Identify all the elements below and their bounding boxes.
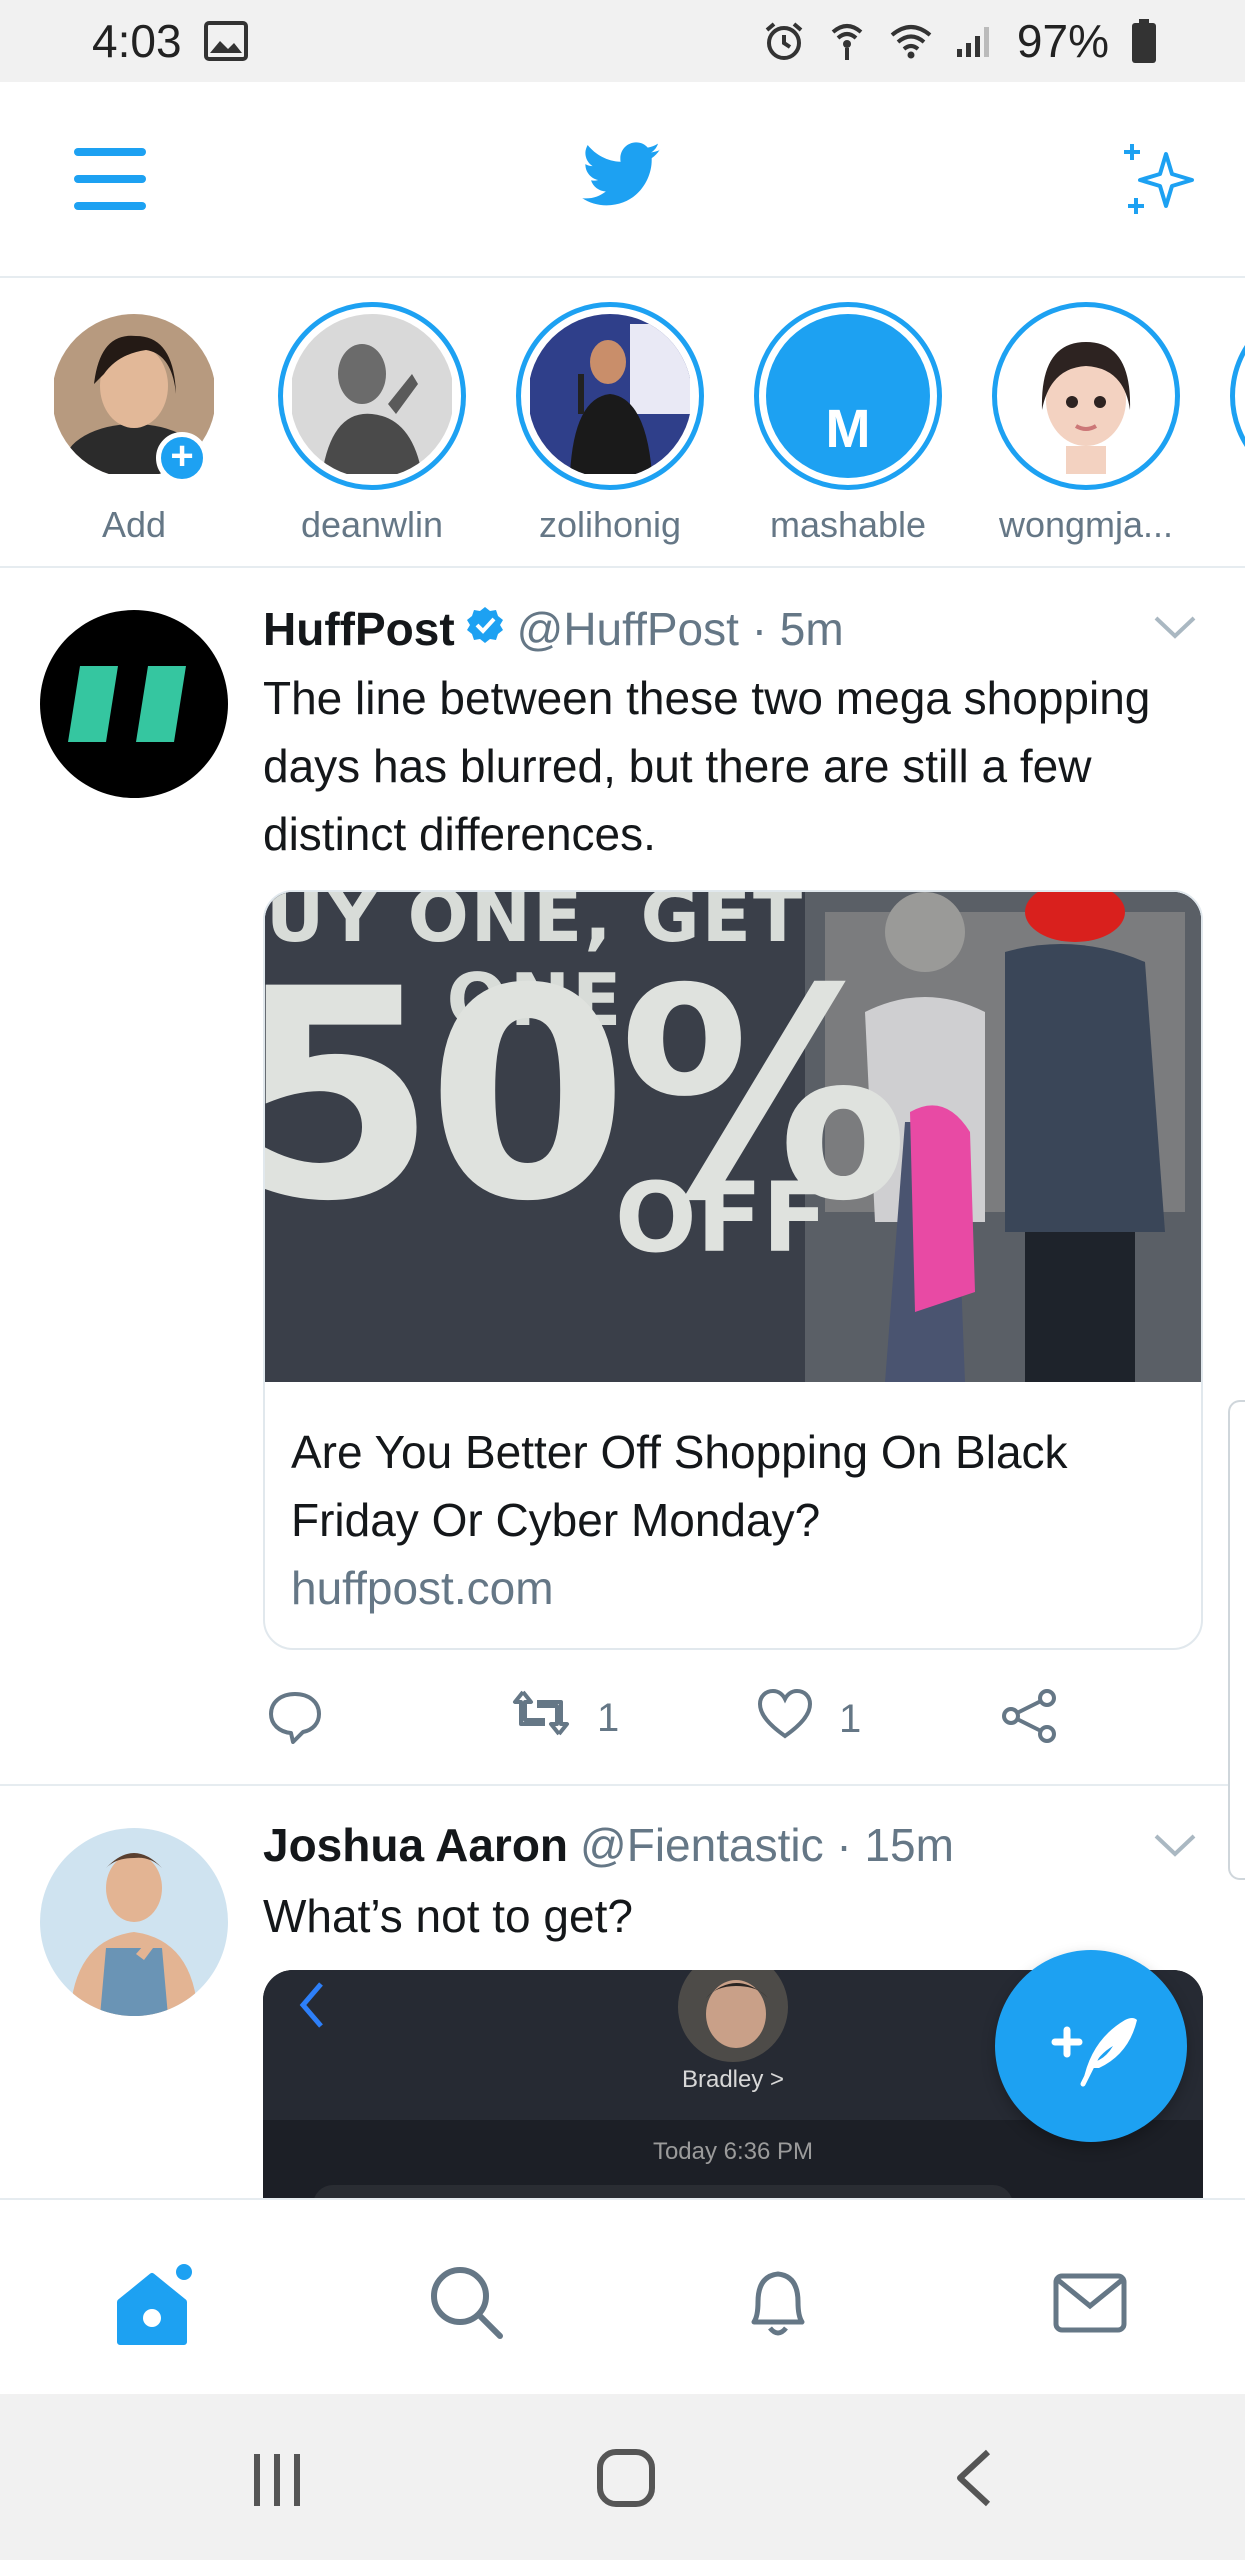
avatar[interactable] xyxy=(40,610,228,798)
retweet-button[interactable]: 1 xyxy=(511,1688,619,1748)
mail-icon xyxy=(1053,2273,1127,2333)
fleet-label: mashable xyxy=(769,504,927,545)
reply-icon xyxy=(267,1688,323,1754)
mashable-logo-letter: M xyxy=(825,399,871,459)
alarm-icon xyxy=(763,20,805,62)
link-card[interactable]: UY ONE, GET ONE 50% OFF Are You Better O… xyxy=(263,890,1203,1650)
fleet-wongmja[interactable]: wongmja... xyxy=(986,302,1186,546)
chevron-down-icon[interactable] xyxy=(1152,1830,1198,1865)
heart-icon xyxy=(757,1688,813,1750)
back-chevron-icon xyxy=(297,1980,327,2035)
compose-tweet-button[interactable] xyxy=(995,1950,1187,2142)
avatar xyxy=(290,314,454,478)
home-button-icon[interactable] xyxy=(596,2448,656,2513)
share-button[interactable] xyxy=(999,1688,1059,1754)
avatar xyxy=(1004,314,1168,478)
reply-button[interactable] xyxy=(267,1688,323,1754)
bottom-navigation xyxy=(0,2198,1245,2394)
avatar: M xyxy=(766,314,930,478)
author-name[interactable]: HuffPost xyxy=(263,602,455,656)
avatar[interactable] xyxy=(40,1828,228,2016)
fleets-row[interactable]: + Add deanwlin zolihonig M mashable wong… xyxy=(0,278,1245,568)
verified-badge-icon xyxy=(465,602,505,656)
scrollbar[interactable] xyxy=(1228,1400,1245,1880)
hamburger-menu-icon[interactable] xyxy=(72,144,148,219)
notifications-tab[interactable] xyxy=(738,2262,818,2347)
status-bar: 4:03 97% xyxy=(0,0,1245,82)
twitter-bird-icon[interactable] xyxy=(582,142,662,213)
tweet-divider xyxy=(0,1784,1245,1786)
author-name[interactable]: Joshua Aaron xyxy=(263,1818,568,1872)
messages-tab[interactable] xyxy=(1050,2262,1130,2347)
card-title: Are You Better Off Shopping On Black Fri… xyxy=(291,1426,1068,1546)
fleet-zolihonig[interactable]: zolihonig xyxy=(510,302,710,546)
avatar xyxy=(528,314,692,478)
retweet-icon xyxy=(511,1688,571,1748)
share-icon xyxy=(999,1688,1059,1754)
fleet-deanwlin[interactable]: deanwlin xyxy=(272,302,472,546)
tweet-header: HuffPost @HuffPost · 5m xyxy=(263,602,844,656)
gallery-icon xyxy=(203,21,248,61)
compose-feather-icon xyxy=(1051,2018,1137,2087)
home-icon xyxy=(117,2264,192,2345)
fleet-add[interactable]: + Add xyxy=(34,302,234,546)
card-body: Are You Better Off Shopping On Black Fri… xyxy=(265,1382,1201,1648)
fleet-label: zolihonig xyxy=(538,504,682,545)
author-handle-time: @Fientastic · 15m xyxy=(580,1819,954,1871)
chevron-down-icon[interactable] xyxy=(1152,612,1198,647)
tweet-text: The line between these two mega shopping… xyxy=(263,672,1151,860)
retweet-count: 1 xyxy=(597,1695,620,1740)
home-tab[interactable] xyxy=(112,2262,198,2353)
card-image: UY ONE, GET ONE 50% OFF xyxy=(265,892,1201,1382)
like-button[interactable]: 1 xyxy=(757,1688,861,1750)
system-navigation-bar xyxy=(0,2394,1245,2560)
battery-percent: 97% xyxy=(1016,15,1109,67)
sparkle-icon[interactable] xyxy=(1118,140,1202,225)
signal-icon xyxy=(955,23,995,59)
status-time: 4:03 xyxy=(92,15,182,67)
tweet-text: What’s not to get? xyxy=(263,1890,633,1942)
fleet-label: Add xyxy=(101,504,167,545)
sale-sign-off: OFF xyxy=(615,1162,828,1274)
back-icon[interactable] xyxy=(952,2448,996,2513)
battery-icon xyxy=(1131,19,1157,63)
tweet-header: Joshua Aaron @Fientastic · 15m xyxy=(263,1818,954,1872)
fleet-label: deanwlin xyxy=(300,504,444,545)
search-tab[interactable] xyxy=(426,2262,506,2347)
hotspot-icon xyxy=(827,20,867,62)
fleet-mashable[interactable]: M mashable xyxy=(748,302,948,546)
search-icon xyxy=(431,2267,503,2339)
fleet-label: wongmja... xyxy=(998,504,1174,545)
wifi-icon xyxy=(889,23,933,59)
fleet-partial[interactable] xyxy=(1224,302,1245,490)
add-fleet-plus-icon[interactable]: + xyxy=(156,432,208,484)
like-count: 1 xyxy=(839,1696,862,1741)
message-timestamp: Today 6:36 PM xyxy=(652,2138,814,2165)
recent-apps-icon[interactable] xyxy=(250,2450,306,2515)
bell-icon xyxy=(751,2271,805,2336)
top-app-bar xyxy=(0,82,1245,278)
author-handle-time: @HuffPost · 5m xyxy=(516,603,844,655)
card-domain: huffpost.com xyxy=(291,1562,554,1614)
tweet-actions: 1 1 xyxy=(263,1688,1163,1748)
